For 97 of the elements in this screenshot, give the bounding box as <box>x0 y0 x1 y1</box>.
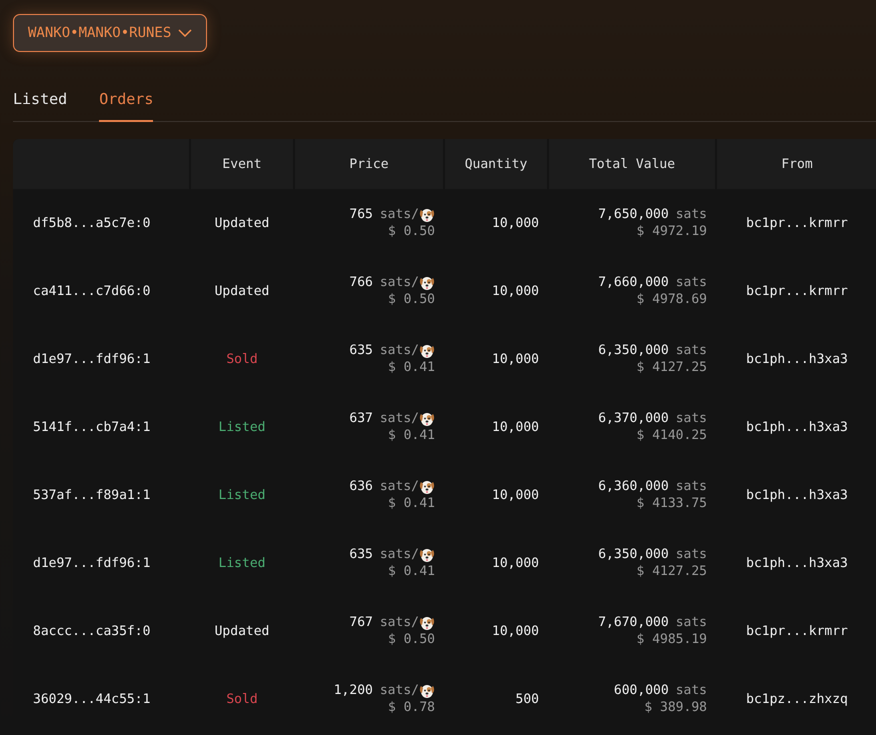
output-id: 537af...f89a1:1 <box>33 488 150 502</box>
column-header: Quantity <box>445 139 547 189</box>
total-unit: sats <box>676 614 707 631</box>
quantity-value: 10,000 <box>492 216 539 230</box>
event-label: Updated <box>214 216 270 230</box>
price-unit: sats/ <box>380 274 419 291</box>
price-unit: sats/ <box>380 206 419 223</box>
collection-dropdown[interactable]: WANKO•MANKO•RUNES <box>13 14 208 52</box>
price-value: 767 <box>349 614 373 631</box>
total-usd: $ 4978.69 <box>636 291 707 308</box>
output-id: 5141f...cb7a4:1 <box>33 420 150 434</box>
price-usd: $ 0.41 <box>388 427 435 444</box>
event-label: Listed <box>218 488 266 502</box>
price-usd: $ 0.50 <box>388 291 435 308</box>
quantity-value: 500 <box>516 692 539 706</box>
tab[interactable]: Orders <box>99 84 154 122</box>
quantity-value: 10,000 <box>492 420 539 434</box>
price-value: 1,200 <box>334 682 373 699</box>
from-address: bc1ph...h3xa3 <box>746 420 848 434</box>
total-unit: sats <box>676 410 707 427</box>
total-usd: $ 4985.19 <box>636 631 707 648</box>
total-usd: $ 4127.25 <box>636 563 707 580</box>
price-usd: $ 0.41 <box>388 563 435 580</box>
price-value: 635 <box>349 546 373 563</box>
total-usd: $ 4140.25 <box>636 427 707 444</box>
output-id: df5b8...a5c7e:0 <box>33 216 150 230</box>
total-value: 7,670,000 <box>598 614 669 631</box>
from-address: bc1ph...h3xa3 <box>746 488 848 502</box>
from-address: bc1pz...zhxzq <box>746 692 848 706</box>
total-usd: $ 4133.75 <box>636 495 707 512</box>
price-usd: $ 0.41 <box>388 359 435 376</box>
quantity-value: 10,000 <box>492 556 539 570</box>
total-unit: sats <box>676 546 707 563</box>
dog-face-icon <box>419 274 435 290</box>
total-unit: sats <box>676 478 707 495</box>
dog-face-icon <box>419 614 435 630</box>
price-unit: sats/ <box>380 546 419 563</box>
column-header: Price <box>295 139 443 189</box>
total-usd: $ 4127.25 <box>636 359 707 376</box>
price-value: 637 <box>349 410 373 427</box>
price-usd: $ 0.41 <box>388 495 435 512</box>
dog-face-icon <box>419 682 435 698</box>
price-unit: sats/ <box>380 410 419 427</box>
dog-face-icon <box>419 546 435 562</box>
total-value: 7,650,000 <box>598 206 669 223</box>
price-unit: sats/ <box>380 682 419 699</box>
from-address: bc1pr...krmrr <box>746 284 848 298</box>
total-value: 6,350,000 <box>598 342 669 359</box>
total-value: 6,350,000 <box>598 546 669 563</box>
event-label: Sold <box>226 352 258 366</box>
total-usd: $ 4972.19 <box>636 223 707 240</box>
price-value: 636 <box>349 478 373 495</box>
event-label: Listed <box>218 556 266 570</box>
event-label: Updated <box>214 624 270 638</box>
output-id: ca411...c7d66:0 <box>33 284 150 298</box>
price-usd: $ 0.50 <box>388 223 435 240</box>
dog-face-icon <box>419 410 435 426</box>
output-id: 8accc...ca35f:0 <box>33 624 150 638</box>
event-label: Sold <box>226 692 258 706</box>
event-label: Updated <box>214 284 270 298</box>
price-unit: sats/ <box>380 614 419 631</box>
from-address: bc1ph...h3xa3 <box>746 556 848 570</box>
price-value: 765 <box>349 206 373 223</box>
total-unit: sats <box>676 682 707 699</box>
tab[interactable]: Listed <box>13 84 68 122</box>
from-address: bc1ph...h3xa3 <box>746 352 848 366</box>
price-value: 766 <box>349 274 373 291</box>
output-id: d1e97...fdf96:1 <box>33 556 150 570</box>
dog-face-icon <box>419 478 435 494</box>
column-header: Total Value <box>549 139 715 189</box>
quantity-value: 10,000 <box>492 352 539 366</box>
quantity-value: 10,000 <box>492 624 539 638</box>
total-unit: sats <box>676 274 707 291</box>
total-usd: $ 389.98 <box>644 699 707 716</box>
total-value: 6,370,000 <box>598 410 669 427</box>
dog-face-icon <box>419 206 435 222</box>
column-header: From <box>717 139 876 189</box>
price-unit: sats/ <box>380 478 419 495</box>
price-unit: sats/ <box>380 342 419 359</box>
from-address: bc1pr...krmrr <box>746 624 848 638</box>
total-value: 600,000 <box>614 682 669 699</box>
total-value: 7,660,000 <box>598 274 669 291</box>
price-usd: $ 0.78 <box>388 699 435 716</box>
quantity-value: 10,000 <box>492 488 539 502</box>
quantity-value: 10,000 <box>492 284 539 298</box>
price-value: 635 <box>349 342 373 359</box>
chevron-down-icon <box>178 29 192 37</box>
event-label: Listed <box>218 420 266 434</box>
total-unit: sats <box>676 206 707 223</box>
total-unit: sats <box>676 342 707 359</box>
output-id: 36029...44c55:1 <box>33 692 150 706</box>
dog-face-icon <box>419 342 435 358</box>
output-id: d1e97...fdf96:1 <box>33 352 150 366</box>
price-usd: $ 0.50 <box>388 631 435 648</box>
column-header: Event <box>191 139 293 189</box>
total-value: 6,360,000 <box>598 478 669 495</box>
from-address: bc1pr...krmrr <box>746 216 848 230</box>
